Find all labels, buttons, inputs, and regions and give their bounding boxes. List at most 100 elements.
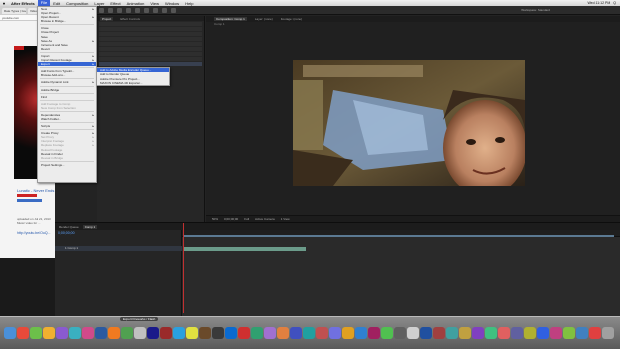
browser-tab[interactable]: Rate Types | Google ... (2, 7, 26, 14)
dock-app-icon[interactable] (407, 327, 419, 339)
dock-app-icon[interactable] (173, 327, 185, 339)
timecode[interactable]: 0;00;00;00 (55, 230, 181, 236)
zoom-selector[interactable]: 50% (212, 217, 218, 221)
project-item[interactable] (99, 52, 202, 56)
layer-row[interactable]: 1 Comp 1 (55, 246, 182, 251)
playhead[interactable] (183, 223, 184, 313)
project-item[interactable] (99, 27, 202, 31)
dock-app-icon[interactable] (17, 327, 29, 339)
dock-app-icon[interactable] (303, 327, 315, 339)
dock-app-icon[interactable] (290, 327, 302, 339)
camera-selector[interactable]: Active Camera (255, 217, 275, 221)
dock-app-icon[interactable] (30, 327, 42, 339)
dock-app-icon[interactable] (316, 327, 328, 339)
project-item[interactable] (99, 57, 202, 61)
dock-app-icon[interactable] (589, 327, 601, 339)
comp-breadcrumb[interactable]: Comp 1 (206, 22, 620, 27)
tab-effect-controls[interactable]: Effect Controls (118, 17, 142, 21)
dock-app-icon[interactable] (329, 327, 341, 339)
dock-app-icon[interactable] (498, 327, 510, 339)
dock-app-icon[interactable] (342, 327, 354, 339)
current-time[interactable]: 0;00;00;00 (224, 217, 238, 221)
project-item[interactable] (99, 32, 202, 36)
tab-footage[interactable]: Footage: (none) (281, 17, 302, 21)
project-item[interactable] (99, 22, 202, 26)
dock-app-icon[interactable] (537, 327, 549, 339)
dock-app-icon[interactable] (446, 327, 458, 339)
dock-app-icon[interactable] (368, 327, 380, 339)
camera-tool-icon[interactable] (135, 7, 140, 13)
menu-app[interactable]: After Effects (8, 1, 38, 6)
dock-app-icon[interactable] (511, 327, 523, 339)
menu-effect[interactable]: Effect (107, 1, 123, 6)
project-item[interactable] (99, 47, 202, 51)
dock-app-icon[interactable] (95, 327, 107, 339)
dock-app-icon[interactable] (82, 327, 94, 339)
dock-app-icon[interactable] (225, 327, 237, 339)
dock-app-icon[interactable] (576, 327, 588, 339)
file-menu-item[interactable]: Export ▸ (38, 62, 96, 67)
dock-app-icon[interactable] (563, 327, 575, 339)
dock-app-icon[interactable] (277, 327, 289, 339)
menu-animation[interactable]: Animation (124, 1, 148, 6)
selection-tool-icon[interactable] (99, 7, 104, 13)
dock-app-icon[interactable] (550, 327, 562, 339)
work-area-bar[interactable] (184, 235, 614, 237)
view-layout-selector[interactable]: 1 View (281, 217, 290, 221)
menu-view[interactable]: View (147, 1, 162, 6)
share-bar[interactable] (17, 199, 42, 202)
dock-app-icon[interactable] (485, 327, 497, 339)
dock-app-icon[interactable] (69, 327, 81, 339)
menu-help[interactable]: Help (182, 1, 196, 6)
file-menu-item[interactable]: Project Settings... (38, 163, 96, 167)
file-menu-item[interactable]: Browse Add-ons... (38, 73, 96, 77)
project-item[interactable] (99, 42, 202, 46)
tab-project[interactable]: Project (100, 16, 114, 21)
project-item-selected[interactable] (99, 62, 202, 66)
spotlight-icon[interactable]: Q (613, 1, 616, 5)
subscribe-button[interactable] (14, 46, 24, 50)
pan-tool-icon[interactable] (144, 7, 149, 13)
zoom-tool-icon[interactable] (117, 7, 122, 13)
menu-composition[interactable]: Composition (63, 1, 91, 6)
composition-viewer[interactable] (293, 60, 525, 186)
tab-composition[interactable]: Composition: Comp 1 (214, 17, 247, 21)
mask-tool-icon[interactable] (153, 7, 158, 13)
tab-render-queue[interactable]: Render Queue (59, 225, 79, 229)
rotate-tool-icon[interactable] (126, 7, 131, 13)
dock-app-icon[interactable] (602, 327, 614, 339)
clock[interactable]: Wed 11:12 PM (587, 1, 610, 5)
file-menu-item[interactable]: Scripts ▸ (38, 124, 96, 128)
subscribe-badge[interactable] (17, 194, 37, 197)
dock-app-icon[interactable] (264, 327, 276, 339)
layer-duration-bar[interactable] (183, 247, 306, 251)
file-menu-item[interactable]: Adobe Bridge (38, 88, 96, 92)
file-menu-item[interactable]: Watch Folder... (38, 117, 96, 121)
tab-layer[interactable]: Layer: (none) (255, 17, 273, 21)
dock-app-icon[interactable] (433, 327, 445, 339)
dock-app-icon[interactable] (199, 327, 211, 339)
tab-comp[interactable]: Comp 1 (82, 224, 98, 229)
workspace-selector[interactable]: Workspace: Standard (521, 8, 550, 12)
dock-app-icon[interactable] (147, 327, 159, 339)
dock-app-icon[interactable] (212, 327, 224, 339)
video-link[interactable]: http://youtu.be/OuQ... (17, 231, 50, 235)
file-menu-item[interactable]: Browse in Bridge... (38, 19, 96, 23)
dock-app-icon[interactable] (251, 327, 263, 339)
menu-edit[interactable]: Edit (50, 1, 63, 6)
dock-app-icon[interactable] (134, 327, 146, 339)
dock-app-icon[interactable] (56, 327, 68, 339)
dock-app-icon[interactable] (108, 327, 120, 339)
time-ruler[interactable] (182, 230, 620, 237)
resolution-selector[interactable]: Full (244, 217, 249, 221)
dock-app-icon[interactable] (472, 327, 484, 339)
dock-app-icon[interactable] (121, 327, 133, 339)
project-item[interactable] (99, 37, 202, 41)
file-menu-item[interactable]: Revert (38, 47, 96, 51)
menu-window[interactable]: Window (162, 1, 182, 6)
file-menu-item[interactable]: Adobe Dynamic Link ▸ (38, 80, 96, 84)
timeline-tracks[interactable] (182, 230, 620, 320)
dock-app-icon[interactable] (160, 327, 172, 339)
menu-layer[interactable]: Layer (91, 1, 107, 6)
dock-app-icon[interactable] (238, 327, 250, 339)
